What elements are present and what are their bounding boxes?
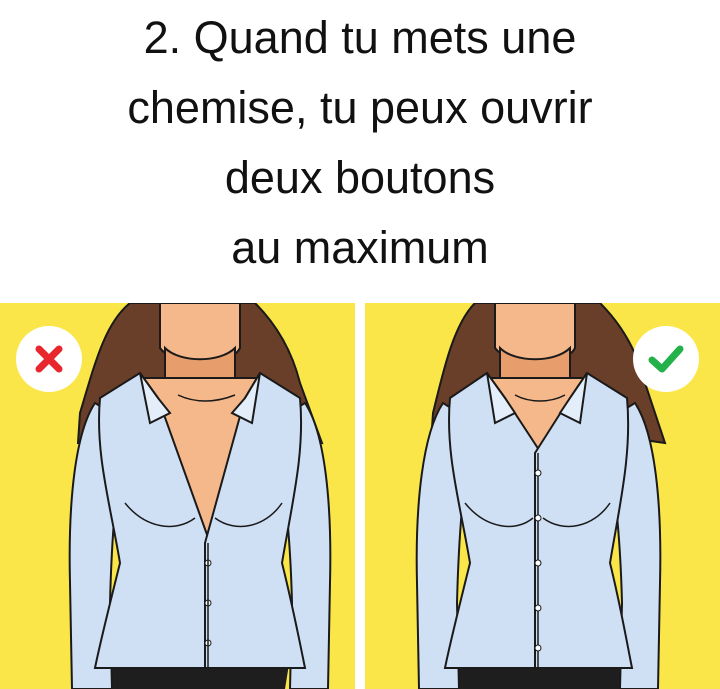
red-x-icon (35, 345, 63, 373)
wrong-badge (16, 326, 82, 392)
heading-line-3: deux boutons (224, 152, 496, 203)
article-heading: 2. Quand tu mets une chemise, tu peux ou… (0, 0, 720, 300)
heading-line-1: 2. Quand tu mets une (143, 12, 577, 63)
panel-divider (355, 303, 365, 689)
heading-line-4: au maximum (231, 222, 489, 273)
green-check-icon (648, 345, 684, 373)
heading-line-2: chemise, tu peux ouvrir (127, 82, 593, 133)
correct-badge (633, 326, 699, 392)
